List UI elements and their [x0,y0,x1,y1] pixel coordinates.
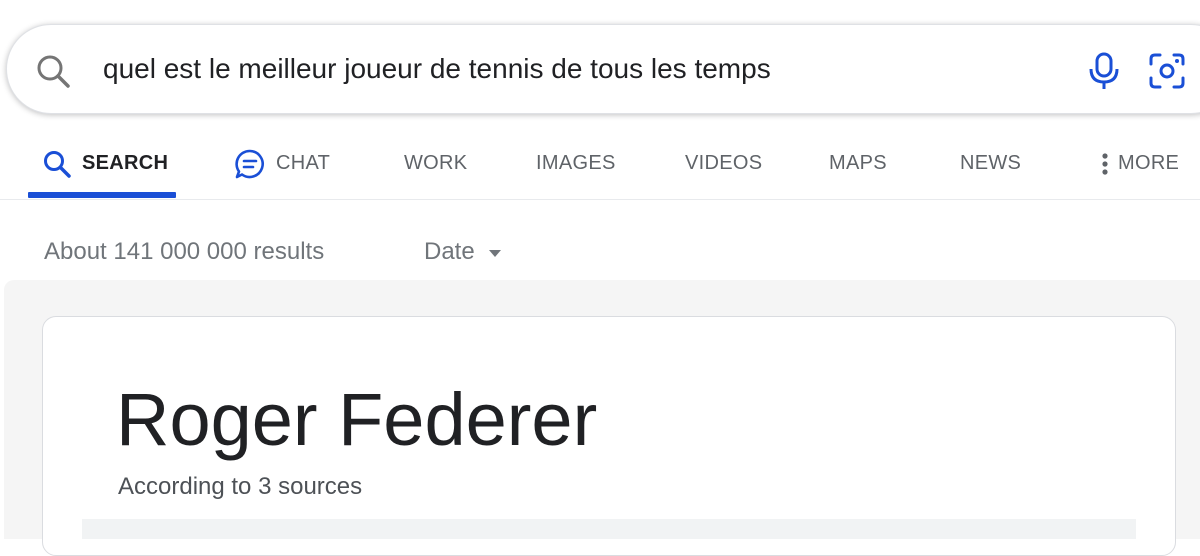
tab-chat[interactable]: CHAT [234,128,330,199]
search-tabs: SEARCH CHAT WORK IMAGES VIDEOS MAPS NEWS [0,128,1200,200]
tab-images[interactable]: IMAGES [536,128,616,199]
search-input[interactable]: quel est le meilleur joueur de tennis de… [103,49,771,89]
camera-lens-icon[interactable] [1147,51,1187,91]
tab-label: NEWS [960,152,1022,174]
tab-label: SEARCH [82,152,169,174]
date-filter-label: Date [424,238,475,265]
tab-maps[interactable]: MAPS [829,128,887,199]
tab-label: WORK [404,152,468,174]
answer-sources[interactable]: According to 3 sources [118,472,362,502]
search-bar[interactable]: quel est le meilleur joueur de tennis de… [6,24,1200,114]
mic-icon[interactable] [1085,51,1123,91]
tab-label: MAPS [829,152,887,174]
tab-work[interactable]: WORK [404,128,467,199]
answer-title: Roger Federer [116,378,598,461]
active-tab-indicator [28,192,176,198]
tab-label: IMAGES [536,152,616,174]
answer-detail-strip [82,519,1136,539]
search-icon [42,149,82,179]
vertical-dots-icon [1098,151,1118,177]
tab-more[interactable]: MORE [1098,128,1179,199]
chat-bubble-icon [234,148,276,180]
tab-label: CHAT [276,152,331,174]
date-filter-dropdown[interactable]: Date [424,236,501,268]
search-icon [33,51,73,91]
result-stats: About 141 000 000 results [44,238,325,265]
tab-search[interactable]: SEARCH [42,128,168,199]
tab-label: VIDEOS [685,152,763,174]
chevron-down-icon [488,249,501,257]
tab-label: MORE [1118,152,1180,174]
tab-videos[interactable]: VIDEOS [685,128,762,199]
tab-news[interactable]: NEWS [960,128,1021,199]
